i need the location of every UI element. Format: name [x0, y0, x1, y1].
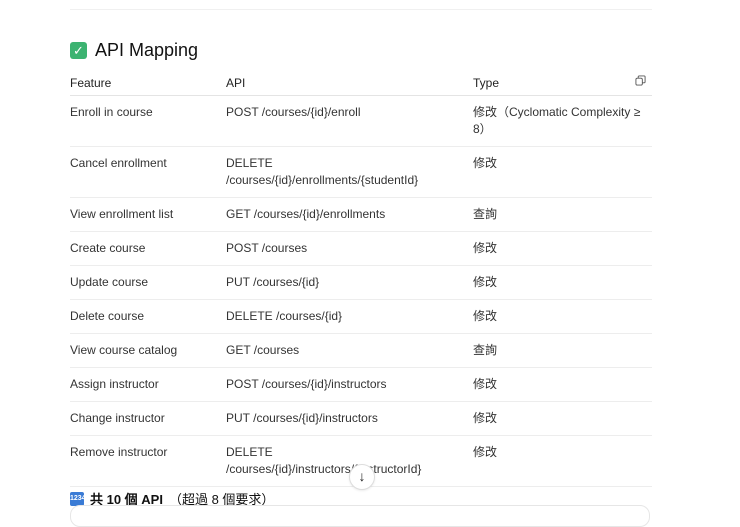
- cell-feature: Delete course: [70, 299, 226, 334]
- check-mark-icon: ✓: [70, 42, 87, 59]
- header-type-label: Type: [473, 75, 500, 90]
- cell-type: 修改: [473, 367, 652, 402]
- arrow-down-icon: ↓: [358, 468, 366, 484]
- cell-type: 修改: [473, 435, 652, 487]
- cell-feature: View course catalog: [70, 333, 226, 368]
- cell-feature: Enroll in course: [70, 95, 226, 147]
- table-row: Assign instructor POST /courses/{id}/inst…: [70, 367, 652, 402]
- cell-type: 查詢: [473, 333, 652, 368]
- cell-api: POST /courses: [226, 231, 473, 266]
- cell-api: DELETE /courses/{id}: [226, 299, 473, 334]
- cell-api: DELETE/courses/{id}/enrollments/{student…: [226, 146, 473, 198]
- cell-feature: Create course: [70, 231, 226, 266]
- table-row: Update course PUT /courses/{id} 修改: [70, 265, 652, 300]
- cell-type: 修改: [473, 265, 652, 300]
- cell-feature: Update course: [70, 265, 226, 300]
- cell-type: 修改: [473, 401, 652, 436]
- scroll-down-button[interactable]: ↓: [349, 464, 375, 490]
- cell-api: GET /courses: [226, 333, 473, 368]
- cell-api: GET /courses/{id}/enrollments: [226, 197, 473, 232]
- table-row: Create course POST /courses 修改: [70, 231, 652, 266]
- cell-feature: Change instructor: [70, 401, 226, 436]
- cell-type: 修改: [473, 231, 652, 266]
- table-row: View course catalog GET /courses 查詢: [70, 333, 652, 368]
- table-row: Delete course DELETE /courses/{id} 修改: [70, 299, 652, 334]
- section-title: API Mapping: [95, 40, 199, 60]
- table-row: View enrollment list GET /courses/{id}/en…: [70, 197, 652, 232]
- table-header-row: Feature API Type: [70, 70, 652, 96]
- cell-api: POST /courses/{id}/enroll: [226, 95, 473, 147]
- numbers-icon: 1234: [70, 491, 86, 506]
- cell-api: POST /courses/{id}/instructors: [226, 367, 473, 402]
- api-mapping-table: Feature API Type Enroll in course POST /c…: [70, 70, 652, 487]
- section-heading: ✓ API Mapping: [70, 40, 198, 61]
- header-feature: Feature: [70, 70, 226, 96]
- cell-feature: Assign instructor: [70, 367, 226, 402]
- cell-type: 修改（Cyclomatic Complexity ≥ 8）: [473, 95, 652, 147]
- cell-api: PUT /courses/{id}: [226, 265, 473, 300]
- header-api: API: [226, 70, 473, 96]
- header-type: Type: [473, 70, 652, 96]
- divider: [70, 9, 652, 10]
- cell-feature: Cancel enrollment: [70, 146, 226, 198]
- cell-feature: Remove instructor: [70, 435, 226, 487]
- next-block: [70, 505, 650, 527]
- cell-api: PUT /courses/{id}/instructors: [226, 401, 473, 436]
- copy-icon[interactable]: [635, 75, 646, 86]
- table-row: Change instructor PUT /courses/{id}/instr…: [70, 401, 652, 436]
- cell-type: 修改: [473, 299, 652, 334]
- cell-type: 修改: [473, 146, 652, 198]
- table-row: Enroll in course POST /courses/{id}/enrol…: [70, 95, 652, 147]
- table-row: Cancel enrollment DELETE/courses/{id}/enr…: [70, 146, 652, 198]
- cell-feature: View enrollment list: [70, 197, 226, 232]
- cell-type: 查詢: [473, 197, 652, 232]
